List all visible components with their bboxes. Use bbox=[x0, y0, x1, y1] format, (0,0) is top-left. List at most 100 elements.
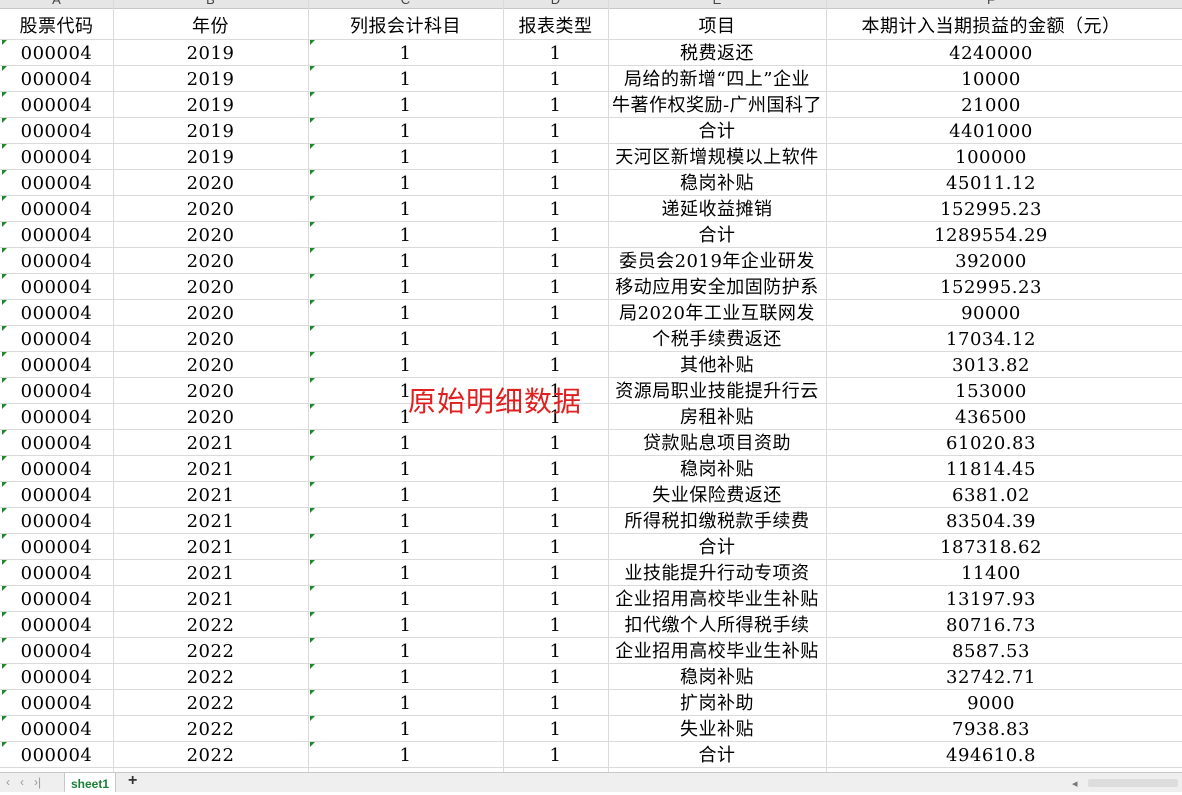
cell-item[interactable]: 稳岗补贴 bbox=[608, 456, 826, 481]
cell-amount[interactable]: 11400 bbox=[826, 560, 1156, 585]
cell-year[interactable]: 2020 bbox=[113, 404, 308, 429]
cell-item[interactable]: 所得税扣缴税款手续费 bbox=[608, 508, 826, 533]
cell-report-type[interactable]: 1 bbox=[503, 222, 608, 247]
cell-amount[interactable]: 152995.23 bbox=[826, 274, 1156, 299]
cell-amount[interactable]: 17034.12 bbox=[826, 326, 1156, 351]
cell-account-item[interactable]: 1 bbox=[308, 742, 503, 767]
cell-year[interactable]: 2022 bbox=[113, 690, 308, 715]
cell-year[interactable]: 2019 bbox=[113, 118, 308, 143]
cell-item[interactable]: 稳岗补贴 bbox=[608, 664, 826, 689]
cell-year[interactable]: 2022 bbox=[113, 638, 308, 663]
cell-year[interactable]: 2021 bbox=[113, 534, 308, 559]
cell-account-item[interactable]: 1 bbox=[308, 586, 503, 611]
cell-stock-code[interactable]: 000004 bbox=[0, 508, 113, 533]
column-letter-d[interactable]: D bbox=[503, 0, 608, 8]
cell-stock-code[interactable]: 000004 bbox=[0, 430, 113, 455]
cell-stock-code[interactable]: 000004 bbox=[0, 534, 113, 559]
column-letter-a[interactable]: A bbox=[0, 0, 113, 8]
cell-item[interactable]: 天河区新增规模以上软件 bbox=[608, 144, 826, 169]
cell-stock-code[interactable]: 000004 bbox=[0, 612, 113, 637]
cell-year[interactable]: 2019 bbox=[113, 144, 308, 169]
cell-item[interactable]: 企业招用高校毕业生补贴 bbox=[608, 638, 826, 663]
cell-account-item[interactable]: 1 bbox=[308, 170, 503, 195]
cell-report-type[interactable]: 1 bbox=[503, 248, 608, 273]
cell-item[interactable]: 合计 bbox=[608, 118, 826, 143]
cell-stock-code[interactable]: 000004 bbox=[0, 144, 113, 169]
cell-year[interactable]: 2022 bbox=[113, 716, 308, 741]
cell-report-type[interactable]: 1 bbox=[503, 638, 608, 663]
cell-stock-code[interactable]: 000004 bbox=[0, 482, 113, 507]
cell-amount[interactable]: 100000 bbox=[826, 144, 1156, 169]
cell-stock-code[interactable]: 000004 bbox=[0, 664, 113, 689]
cell-year[interactable]: 2020 bbox=[113, 326, 308, 351]
cell-item[interactable]: 个税手续费返还 bbox=[608, 326, 826, 351]
cell-report-type[interactable]: 1 bbox=[503, 482, 608, 507]
cell-amount[interactable]: 392000 bbox=[826, 248, 1156, 273]
cell-item[interactable]: 局给的新增“四上”企业 bbox=[608, 66, 826, 91]
cell-report-type[interactable]: 1 bbox=[503, 144, 608, 169]
cell-year[interactable]: 2021 bbox=[113, 508, 308, 533]
cell-report-type[interactable]: 1 bbox=[503, 118, 608, 143]
cell-stock-code[interactable]: 000004 bbox=[0, 196, 113, 221]
cell-report-type[interactable]: 1 bbox=[503, 326, 608, 351]
cell-amount[interactable]: 61020.83 bbox=[826, 430, 1156, 455]
cell-report-type[interactable]: 1 bbox=[503, 170, 608, 195]
sheet-tab-sheet1[interactable]: sheet1 bbox=[64, 773, 116, 792]
column-letter-f[interactable]: F bbox=[826, 0, 1156, 8]
header-item[interactable]: 项目 bbox=[608, 14, 826, 39]
cell-year[interactable]: 2020 bbox=[113, 196, 308, 221]
cell-account-item[interactable]: 1 bbox=[308, 482, 503, 507]
cell-item[interactable]: 委员会2019年企业研发 bbox=[608, 248, 826, 273]
cell-stock-code[interactable]: 000004 bbox=[0, 326, 113, 351]
cell-item[interactable]: 递延收益摊销 bbox=[608, 196, 826, 221]
cell-amount[interactable]: 4401000 bbox=[826, 118, 1156, 143]
cell-report-type[interactable]: 1 bbox=[503, 300, 608, 325]
cell-item[interactable]: 合计 bbox=[608, 534, 826, 559]
cell-account-item[interactable]: 1 bbox=[308, 430, 503, 455]
cell-account-item[interactable]: 1 bbox=[308, 66, 503, 91]
cell-stock-code[interactable]: 000004 bbox=[0, 742, 113, 767]
first-sheet-nav-icon[interactable]: ‹ bbox=[6, 775, 10, 789]
cell-year[interactable]: 2021 bbox=[113, 586, 308, 611]
cell-amount[interactable]: 8587.53 bbox=[826, 638, 1156, 663]
cell-account-item[interactable]: 1 bbox=[308, 638, 503, 663]
cell-report-type[interactable]: 1 bbox=[503, 430, 608, 455]
cell-report-type[interactable]: 1 bbox=[503, 508, 608, 533]
cell-report-type[interactable]: 1 bbox=[503, 690, 608, 715]
cell-item[interactable]: 税费返还 bbox=[608, 40, 826, 65]
cell-amount[interactable]: 494610.8 bbox=[826, 742, 1156, 767]
cell-stock-code[interactable]: 000004 bbox=[0, 586, 113, 611]
column-letter-c[interactable]: C bbox=[308, 0, 503, 8]
cell-account-item[interactable]: 1 bbox=[308, 508, 503, 533]
cell-account-item[interactable]: 1 bbox=[308, 534, 503, 559]
cell-report-type[interactable]: 1 bbox=[503, 742, 608, 767]
cell-report-type[interactable]: 1 bbox=[503, 274, 608, 299]
cell-year[interactable]: 2020 bbox=[113, 378, 308, 403]
cell-amount[interactable]: 153000 bbox=[826, 378, 1156, 403]
scroll-left-icon[interactable]: ◂ bbox=[1072, 777, 1078, 790]
cell-account-item[interactable]: 1 bbox=[308, 144, 503, 169]
cell-year[interactable]: 2019 bbox=[113, 92, 308, 117]
cell-year[interactable]: 2022 bbox=[113, 612, 308, 637]
prev-sheet-nav-icon[interactable]: ‹ bbox=[20, 775, 24, 789]
cell-report-type[interactable]: 1 bbox=[503, 716, 608, 741]
header-report-type[interactable]: 报表类型 bbox=[503, 14, 608, 39]
cell-account-item[interactable]: 1 bbox=[308, 40, 503, 65]
column-letter-b[interactable]: B bbox=[113, 0, 308, 8]
cell-amount[interactable]: 3013.82 bbox=[826, 352, 1156, 377]
cell-year[interactable]: 2021 bbox=[113, 456, 308, 481]
cell-year[interactable]: 2020 bbox=[113, 222, 308, 247]
cell-item[interactable]: 其他补贴 bbox=[608, 352, 826, 377]
cell-stock-code[interactable]: 000004 bbox=[0, 300, 113, 325]
cell-year[interactable]: 2021 bbox=[113, 560, 308, 585]
cell-amount[interactable]: 4240000 bbox=[826, 40, 1156, 65]
cell-account-item[interactable]: 1 bbox=[308, 352, 503, 377]
cell-report-type[interactable]: 1 bbox=[503, 352, 608, 377]
cell-account-item[interactable]: 1 bbox=[308, 664, 503, 689]
cell-account-item[interactable]: 1 bbox=[308, 690, 503, 715]
cell-item[interactable]: 合计 bbox=[608, 222, 826, 247]
cell-year[interactable]: 2019 bbox=[113, 40, 308, 65]
cell-stock-code[interactable]: 000004 bbox=[0, 274, 113, 299]
cell-amount[interactable]: 80716.73 bbox=[826, 612, 1156, 637]
cell-account-item[interactable]: 1 bbox=[308, 118, 503, 143]
